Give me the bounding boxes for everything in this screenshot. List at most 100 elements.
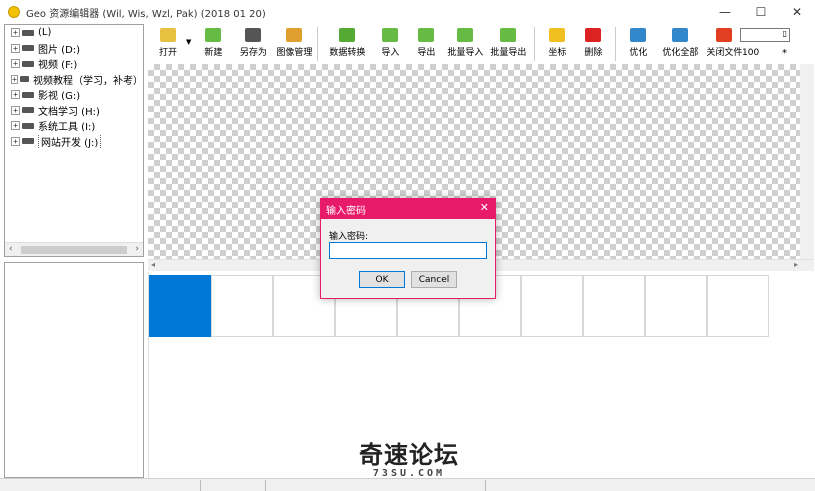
tree-item-label: 系统工具 (I:) [38,122,96,134]
scroll-left-icon[interactable]: ‹ [9,244,13,254]
drive-icon [22,138,34,145]
expand-icon[interactable]: + [11,90,20,100]
toolbar-button[interactable]: 坐标 [539,24,575,64]
scroll-right-icon[interactable]: ▸ [794,260,798,269]
toolbar-button[interactable]: 优化 [620,24,656,64]
app-icon [8,6,20,18]
expand-icon[interactable]: + [11,74,19,84]
new-icon [205,28,222,42]
toolbar-button-label: 删除 [584,48,603,58]
cancel-button[interactable]: Cancel [411,271,457,288]
toolbar-button-label: 打开 [158,48,177,58]
toolbar-button[interactable]: 批量导出 [486,24,530,64]
dialog-close-icon[interactable]: ✕ [480,201,489,214]
expand-icon[interactable]: + [11,105,20,115]
toolbar-button[interactable]: 关闭文件 [704,24,744,64]
expand-icon[interactable]: + [11,121,20,131]
watermark-main-text: 奇速论坛 [359,441,459,469]
toolbar-button[interactable]: 另存为 [231,24,275,64]
batch-export-icon [500,28,517,42]
star-icon [549,28,566,42]
tree-item[interactable]: + 视频 (F:) [5,56,143,72]
toolbar-button[interactable]: 数据转换 [322,24,372,64]
drive-icon [20,76,29,83]
tree-item-label: 视频教程（学习，补考） [33,75,143,87]
expand-icon[interactable]: + [11,28,20,38]
toolbar-separator [534,27,536,61]
window-title: Geo 资源编辑器 (Wil, Wis, Wzl, Pak) (2018 01 … [26,8,266,20]
thumbnail-cell[interactable] [211,275,273,337]
toolbar-button[interactable]: 删除 [575,24,611,64]
password-input[interactable] [329,242,487,259]
file-list-pane[interactable] [4,262,144,478]
close-file-icon [716,28,733,42]
tree-item[interactable]: + 网站开发 (J:) [5,133,143,149]
tree-item[interactable]: + 系统工具 (I:) [5,118,143,134]
optimize-all-icon [672,28,689,42]
tree-item[interactable]: + 文档学习 (H:) [5,103,143,119]
toolbar-button-label: 优化全部 [662,48,699,58]
toolbar-button[interactable]: 图像管理 [275,24,313,64]
toolbar-separator [615,27,617,61]
status-divider [485,480,486,491]
toolbar-button[interactable]: 新建 [195,24,231,64]
save-as-icon [245,28,262,42]
toolbar-button-label: 新建 [204,48,223,58]
tree-item-label: (L) [38,27,52,39]
convert-icon [339,28,356,42]
close-window-button[interactable]: ✕ [779,0,815,24]
expand-icon[interactable]: + [11,43,20,53]
preview-vertical-scrollbar[interactable] [800,64,814,259]
maximize-button[interactable]: ☐ [743,0,779,24]
tree-item-label: 视频 (F:) [38,60,78,72]
drive-icon [22,107,34,114]
zoom-modified-marker: * [782,48,787,59]
watermark-sub-text: 73SU.COM [372,468,446,479]
thumbnail-cell[interactable] [707,275,769,337]
password-prompt-label: 输入密码: [329,232,369,242]
toolbar-button-label: 导出 [417,48,436,58]
drive-icon [22,29,34,36]
tree-horizontal-scrollbar[interactable]: ‹ › [5,242,143,256]
zoom-slider-box[interactable]: ▯ [740,28,790,42]
scroll-left-icon[interactable]: ◂ [151,260,155,269]
tree-item-label: 网站开发 (J:) [38,133,102,149]
drive-icon [22,122,34,129]
drive-icon [22,91,34,98]
ok-button[interactable]: OK [359,271,405,288]
minimize-button[interactable]: — [707,0,743,24]
dropdown-arrow-icon[interactable]: ▼ [186,38,191,46]
thumbnail-cell[interactable] [583,275,645,337]
status-divider [265,480,266,491]
toolbar-button-label: 图像管理 [276,48,313,58]
status-divider [200,480,201,491]
drive-icon [22,60,34,67]
title-bar: Geo 资源编辑器 (Wil, Wis, Wzl, Pak) (2018 01 … [0,0,815,24]
watermark-logo: 奇速论坛 73SU.COM [339,442,479,486]
toolbar-button-label: 关闭文件 [706,48,743,58]
thumbnail-cell[interactable] [521,275,583,337]
thumbnail-cell[interactable] [645,275,707,337]
zoom-value: 100 [742,48,760,58]
scroll-right-icon[interactable]: › [135,244,139,254]
expand-icon[interactable]: + [11,136,20,146]
toolbar-button[interactable]: 导出 [408,24,444,64]
folder-tree[interactable]: + (L) + 图片 (D:) + 视频 (F:) + 视频教程（学习，补考） + 影视 (G:)… [4,24,144,257]
toolbar-button[interactable]: 打开 [148,24,188,64]
image-manage-icon [286,28,303,42]
tree-item[interactable]: + 视频教程（学习，补考） [5,72,143,88]
toolbar-button[interactable]: 优化全部 [656,24,704,64]
scroll-thumb[interactable] [21,246,127,254]
tree-item[interactable]: + (L) [5,25,143,41]
tree-item-label: 文档学习 (H:) [38,106,100,118]
toolbar-button[interactable]: 导入 [372,24,408,64]
dialog-title: 输入密码 [326,205,366,217]
toolbar: 打开 ▼ 新建 另存为 图像管理 数据转换 导入 导出 批量导入 批量导出 坐标 删除 优化 优化全部 关闭… [148,24,815,64]
thumbnail-cell[interactable] [149,275,211,337]
tree-item[interactable]: + 图片 (D:) [5,41,143,57]
expand-icon[interactable]: + [11,59,20,69]
toolbar-button-label: 坐标 [548,48,567,58]
tree-item[interactable]: + 影视 (G:) [5,87,143,103]
password-dialog: 输入密码 ✕ 输入密码: OK Cancel [320,198,496,299]
toolbar-button[interactable]: 批量导入 [444,24,486,64]
